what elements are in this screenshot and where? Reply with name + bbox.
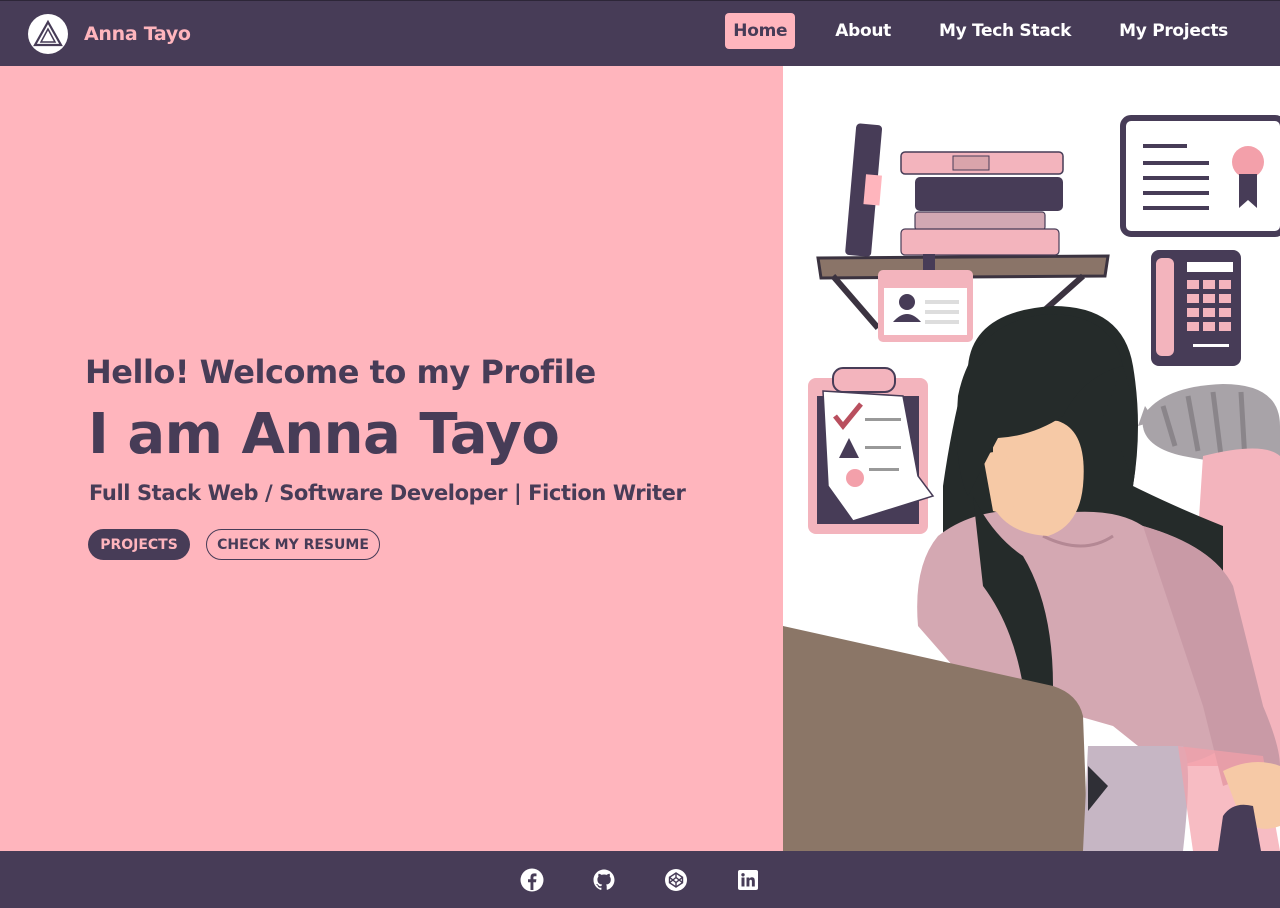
linkedin-icon[interactable] [736, 868, 760, 892]
brand-link[interactable]: Anna Tayo [28, 13, 191, 54]
resume-button[interactable]: CHECK MY RESUME [206, 529, 380, 560]
triangle-logo-icon [28, 13, 68, 54]
hero-subtitle: Full Stack Web / Software Developer | Fi… [89, 481, 686, 505]
facebook-icon[interactable] [520, 868, 544, 892]
nav-links: Home About My Tech Stack My Projects [725, 13, 1236, 49]
hero-greeting: Hello! Welcome to my Profile [85, 353, 596, 391]
brand-name: Anna Tayo [84, 22, 191, 45]
hero-headline: I am Anna Tayo [88, 402, 560, 467]
nav-about[interactable]: About [827, 13, 899, 49]
projects-button[interactable]: PROJECTS [88, 529, 190, 560]
github-icon[interactable] [592, 868, 616, 892]
codepen-icon[interactable] [664, 868, 688, 892]
woman-at-laptop-illustration [783, 66, 1280, 851]
footer [0, 851, 1280, 908]
nav-home[interactable]: Home [725, 13, 796, 49]
nav-projects[interactable]: My Projects [1111, 13, 1236, 49]
nav-tech-stack[interactable]: My Tech Stack [931, 13, 1079, 49]
navbar: Anna Tayo Home About My Tech Stack My Pr… [0, 0, 1280, 66]
